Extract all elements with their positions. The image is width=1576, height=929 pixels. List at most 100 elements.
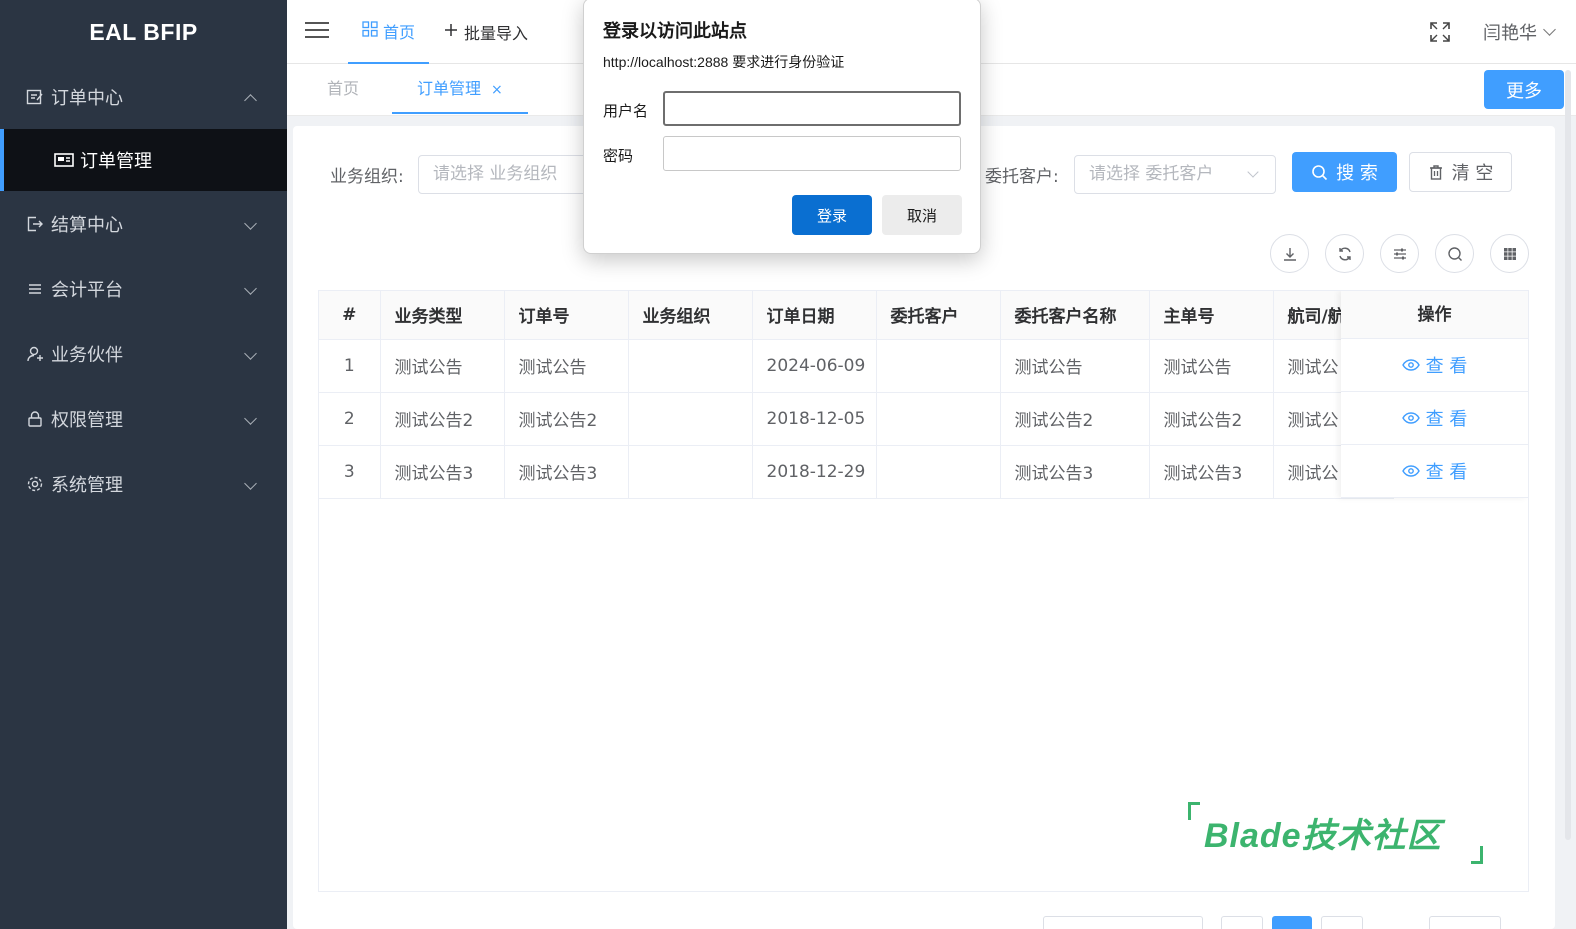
cell-org <box>628 392 753 446</box>
sidebar-item-label: 订单中心 <box>51 87 123 109</box>
eye-icon <box>1401 465 1420 477</box>
top-nav-batch-import[interactable]: 批量导入 <box>429 0 542 64</box>
cell-org <box>628 445 753 499</box>
tag-home[interactable]: 首页 <box>327 64 359 114</box>
col-header[interactable]: 委托客户名称 <box>1000 291 1150 340</box>
table-row[interactable]: 3 测试公告3 测试公告3 2018-12-29 测试公告3 测试公告3 测试公 <box>319 445 1394 499</box>
hamburger-icon[interactable] <box>305 22 329 40</box>
view-label: 查 看 <box>1425 409 1468 430</box>
col-header: 操作 <box>1341 291 1528 339</box>
sidebar-item-accounting[interactable]: 会计平台 <box>0 256 287 321</box>
col-header[interactable]: 订单号 <box>504 291 629 340</box>
chevron-down-icon[interactable] <box>1543 23 1556 36</box>
close-icon[interactable]: × <box>491 82 503 98</box>
more-button[interactable]: 更多 <box>1484 70 1564 109</box>
grid-icon <box>362 21 378 41</box>
chevron-down-icon <box>244 476 257 490</box>
search-icon[interactable] <box>1435 234 1474 273</box>
dialog-message: http://localhost:2888 要求进行身份验证 <box>603 54 845 70</box>
sidebar-item-order-management[interactable]: 订单管理 <box>0 129 287 191</box>
top-nav-home[interactable]: 首页 <box>348 0 430 64</box>
fullscreen-icon[interactable] <box>1429 21 1451 43</box>
org-placeholder: 请选择 业务组织 <box>433 164 558 184</box>
lock-icon <box>25 409 45 429</box>
view-button[interactable]: 查 看 <box>1341 392 1528 445</box>
download-icon[interactable] <box>1270 234 1309 273</box>
view-button[interactable]: 查 看 <box>1341 339 1528 392</box>
table-row[interactable]: 1 测试公告 测试公告 2024-06-09 测试公告 测试公告 测试公 <box>319 339 1394 393</box>
sidebar-item-partners[interactable]: 业务伙伴 <box>0 321 287 386</box>
grid-icon[interactable] <box>1490 234 1529 273</box>
current-page-button[interactable] <box>1272 916 1312 929</box>
search-button[interactable]: 搜 索 <box>1292 152 1397 192</box>
col-header[interactable]: 主单号 <box>1149 291 1274 340</box>
page-scrollbar[interactable] <box>1565 70 1571 840</box>
refresh-icon[interactable] <box>1325 234 1364 273</box>
cell-index: 1 <box>319 339 381 393</box>
col-header[interactable]: 订单日期 <box>752 291 877 340</box>
top-nav: 首页 批量导入 <box>348 0 542 64</box>
prev-page-button[interactable] <box>1221 916 1263 929</box>
login-button[interactable]: 登录 <box>792 195 872 235</box>
search-icon <box>1311 164 1328 181</box>
col-header[interactable]: 委托客户 <box>876 291 1001 340</box>
view-label: 查 看 <box>1425 356 1468 377</box>
col-header[interactable]: # <box>319 291 381 340</box>
username-input[interactable] <box>663 91 961 126</box>
sidebar-item-permissions[interactable]: 权限管理 <box>0 386 287 451</box>
page-size-select[interactable] <box>1043 916 1203 929</box>
top-nav-batch-import-label: 批量导入 <box>464 24 529 43</box>
tag-order-management[interactable]: 订单管理 × <box>392 64 528 114</box>
next-page-button[interactable] <box>1321 916 1363 929</box>
cell-client <box>876 445 1001 499</box>
cell-date: 2018-12-05 <box>752 392 877 446</box>
sliders-icon[interactable] <box>1380 234 1419 273</box>
cell-client-name: 测试公告2 <box>1000 392 1150 446</box>
cell-type: 测试公告3 <box>380 445 505 499</box>
sidebar: EAL BFIP 订单中心 订单管理 结算中心 会计平台 业务伙伴 权限管理 系… <box>0 0 287 929</box>
tag-label: 订单管理 <box>417 79 482 98</box>
col-header[interactable]: 业务组织 <box>628 291 753 340</box>
org-select[interactable]: 请选择 业务组织 <box>418 155 598 194</box>
tag-label: 首页 <box>327 79 360 98</box>
table-header: # 业务类型 订单号 业务组织 订单日期 委托客户 委托客户名称 主单号 航司/… <box>319 291 1394 340</box>
sidebar-item-system[interactable]: 系统管理 <box>0 451 287 516</box>
org-label: 业务组织: <box>330 167 404 187</box>
cancel-button[interactable]: 取消 <box>882 195 962 235</box>
sidebar-item-label: 订单管理 <box>80 151 152 172</box>
cell-date: 2018-12-29 <box>752 445 877 499</box>
cell-type: 测试公告2 <box>380 392 505 446</box>
menu-lines-icon <box>25 279 45 299</box>
cell-client <box>876 339 1001 393</box>
actions-column: 操作 查 看 查 看 查 看 <box>1341 291 1528 498</box>
page-jumper[interactable] <box>1429 916 1501 929</box>
password-input[interactable] <box>663 136 961 171</box>
clear-button-label: 清 空 <box>1451 163 1494 184</box>
top-nav-home-label: 首页 <box>383 23 416 42</box>
cell-master: 测试公告3 <box>1149 445 1274 499</box>
cell-master: 测试公告 <box>1149 339 1274 393</box>
cell-index: 2 <box>319 392 381 446</box>
monitor-icon <box>54 151 74 169</box>
view-label: 查 看 <box>1425 462 1468 483</box>
chevron-down-icon <box>1247 166 1259 178</box>
user-name[interactable]: 闫艳华 <box>1483 19 1537 45</box>
clear-button[interactable]: 清 空 <box>1409 152 1512 192</box>
col-header[interactable]: 业务类型 <box>380 291 505 340</box>
table-grid: # 业务类型 订单号 业务组织 订单日期 委托客户 委托客户名称 主单号 航司/… <box>319 291 1394 499</box>
view-button[interactable]: 查 看 <box>1341 445 1528 498</box>
gear-icon <box>25 474 45 494</box>
cell-org <box>628 339 753 393</box>
watermark-text: Blade技术社区 <box>1204 817 1442 855</box>
sidebar-item-order-center[interactable]: 订单中心 <box>0 64 287 129</box>
sidebar-item-label: 权限管理 <box>51 409 123 431</box>
plus-icon <box>443 22 459 42</box>
watermark-corner <box>1471 846 1483 864</box>
sidebar-item-label: 结算中心 <box>51 214 123 236</box>
sidebar-item-settlement[interactable]: 结算中心 <box>0 191 287 256</box>
client-select[interactable]: 请选择 委托客户 <box>1074 155 1276 194</box>
table-row[interactable]: 2 测试公告2 测试公告2 2018-12-05 测试公告2 测试公告2 测试公 <box>319 392 1394 446</box>
logout-icon <box>25 214 45 234</box>
cell-client <box>876 392 1001 446</box>
table-toolbar <box>1254 234 1529 273</box>
